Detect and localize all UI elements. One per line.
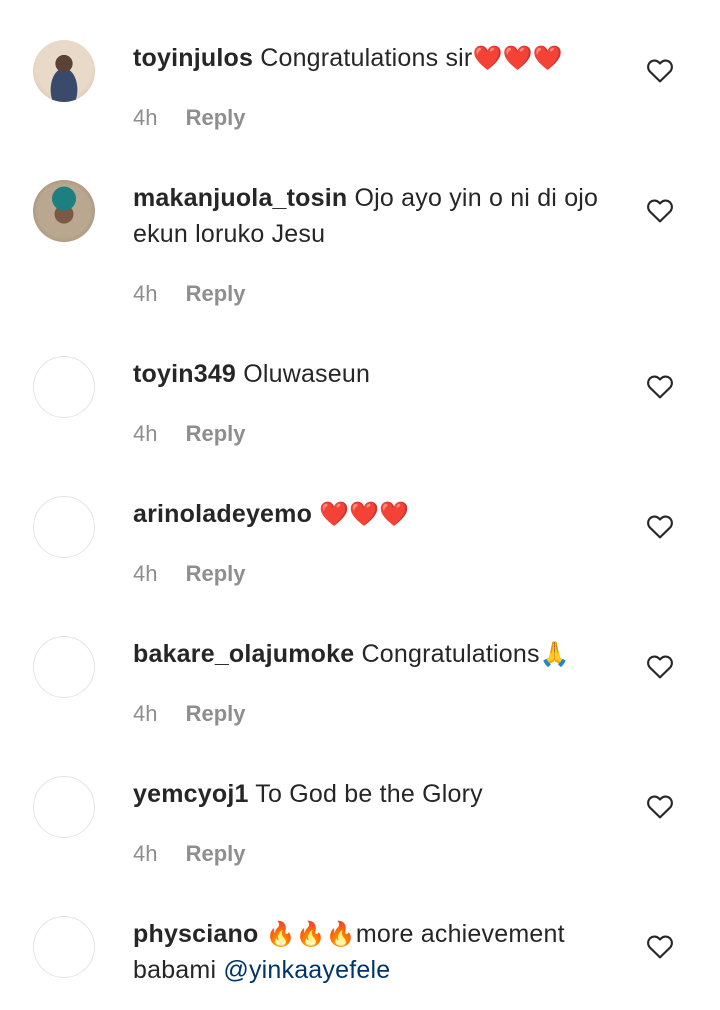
username[interactable]: bakare_olajumoke <box>133 640 354 668</box>
comment-body: Congratulations sir <box>260 44 473 72</box>
comment-meta: 4h Reply <box>133 561 246 587</box>
avatar[interactable] <box>33 180 95 242</box>
like-button[interactable] <box>644 510 676 542</box>
avatar[interactable] <box>33 356 95 418</box>
heart-outline-icon <box>647 795 673 819</box>
like-button[interactable] <box>644 194 676 226</box>
heart-outline-icon <box>647 199 673 223</box>
heart-outline-icon <box>647 515 673 539</box>
comment-meta: 4h Reply <box>133 281 246 307</box>
comment-meta: 4h Reply <box>133 701 246 727</box>
comment-text: physciano 🔥🔥🔥more achievement babami @yi… <box>133 916 613 988</box>
reply-button[interactable]: Reply <box>186 701 246 726</box>
timestamp: 4h <box>133 105 158 130</box>
reply-button[interactable]: Reply <box>186 841 246 866</box>
heart-outline-icon <box>647 655 673 679</box>
like-button[interactable] <box>644 930 676 962</box>
timestamp: 4h <box>133 841 158 866</box>
like-button[interactable] <box>644 54 676 86</box>
comment-meta: 4h Reply <box>133 105 246 131</box>
comment-text: toyin349 Oluwaseun <box>133 356 613 392</box>
heart-outline-icon <box>647 59 673 83</box>
username[interactable]: toyinjulos <box>133 44 253 72</box>
reply-button[interactable]: Reply <box>186 281 246 306</box>
comment-text: makanjuola_tosin Ojo ayo yin o ni di ojo… <box>133 180 613 252</box>
username[interactable]: physciano <box>133 920 258 948</box>
comment-text: bakare_olajumoke Congratulations🙏 <box>133 636 613 672</box>
avatar[interactable] <box>33 636 95 698</box>
like-button[interactable] <box>644 370 676 402</box>
timestamp: 4h <box>133 421 158 446</box>
timestamp: 4h <box>133 281 158 306</box>
comment-text: arinoladeyemo ❤️❤️❤️ <box>133 496 613 532</box>
like-button[interactable] <box>644 650 676 682</box>
username[interactable]: toyin349 <box>133 360 236 388</box>
comment-meta: 4h Reply <box>133 841 246 867</box>
comment-text: yemcyoj1 To God be the Glory <box>133 776 613 812</box>
reply-button[interactable]: Reply <box>186 421 246 446</box>
username[interactable]: makanjuola_tosin <box>133 184 347 212</box>
avatar[interactable] <box>33 776 95 838</box>
like-button[interactable] <box>644 790 676 822</box>
username[interactable]: arinoladeyemo <box>133 500 312 528</box>
avatar[interactable] <box>33 916 95 978</box>
heart-outline-icon <box>647 935 673 959</box>
timestamp: 4h <box>133 701 158 726</box>
avatar[interactable] <box>33 496 95 558</box>
heart-outline-icon <box>647 375 673 399</box>
comment-body: Congratulations <box>361 640 540 668</box>
fire-emoji: 🔥🔥🔥 <box>265 920 356 948</box>
comment-body: Oluwaseun <box>243 360 371 388</box>
timestamp: 4h <box>133 561 158 586</box>
folded-hands-emoji: 🙏 <box>539 640 570 668</box>
reply-button[interactable]: Reply <box>186 561 246 586</box>
heart-emoji: ❤️❤️❤️ <box>472 44 563 72</box>
username[interactable]: yemcyoj1 <box>133 780 249 808</box>
comment-meta: 4h Reply <box>133 421 246 447</box>
comment-text: toyinjulos Congratulations sir❤️❤️❤️ <box>133 40 613 76</box>
avatar[interactable] <box>33 40 95 102</box>
comment-body: To God be the Glory <box>255 780 483 808</box>
heart-emoji: ❤️❤️❤️ <box>319 500 410 528</box>
reply-button[interactable]: Reply <box>186 105 246 130</box>
mention-link[interactable]: @yinkaayefele <box>223 956 390 984</box>
